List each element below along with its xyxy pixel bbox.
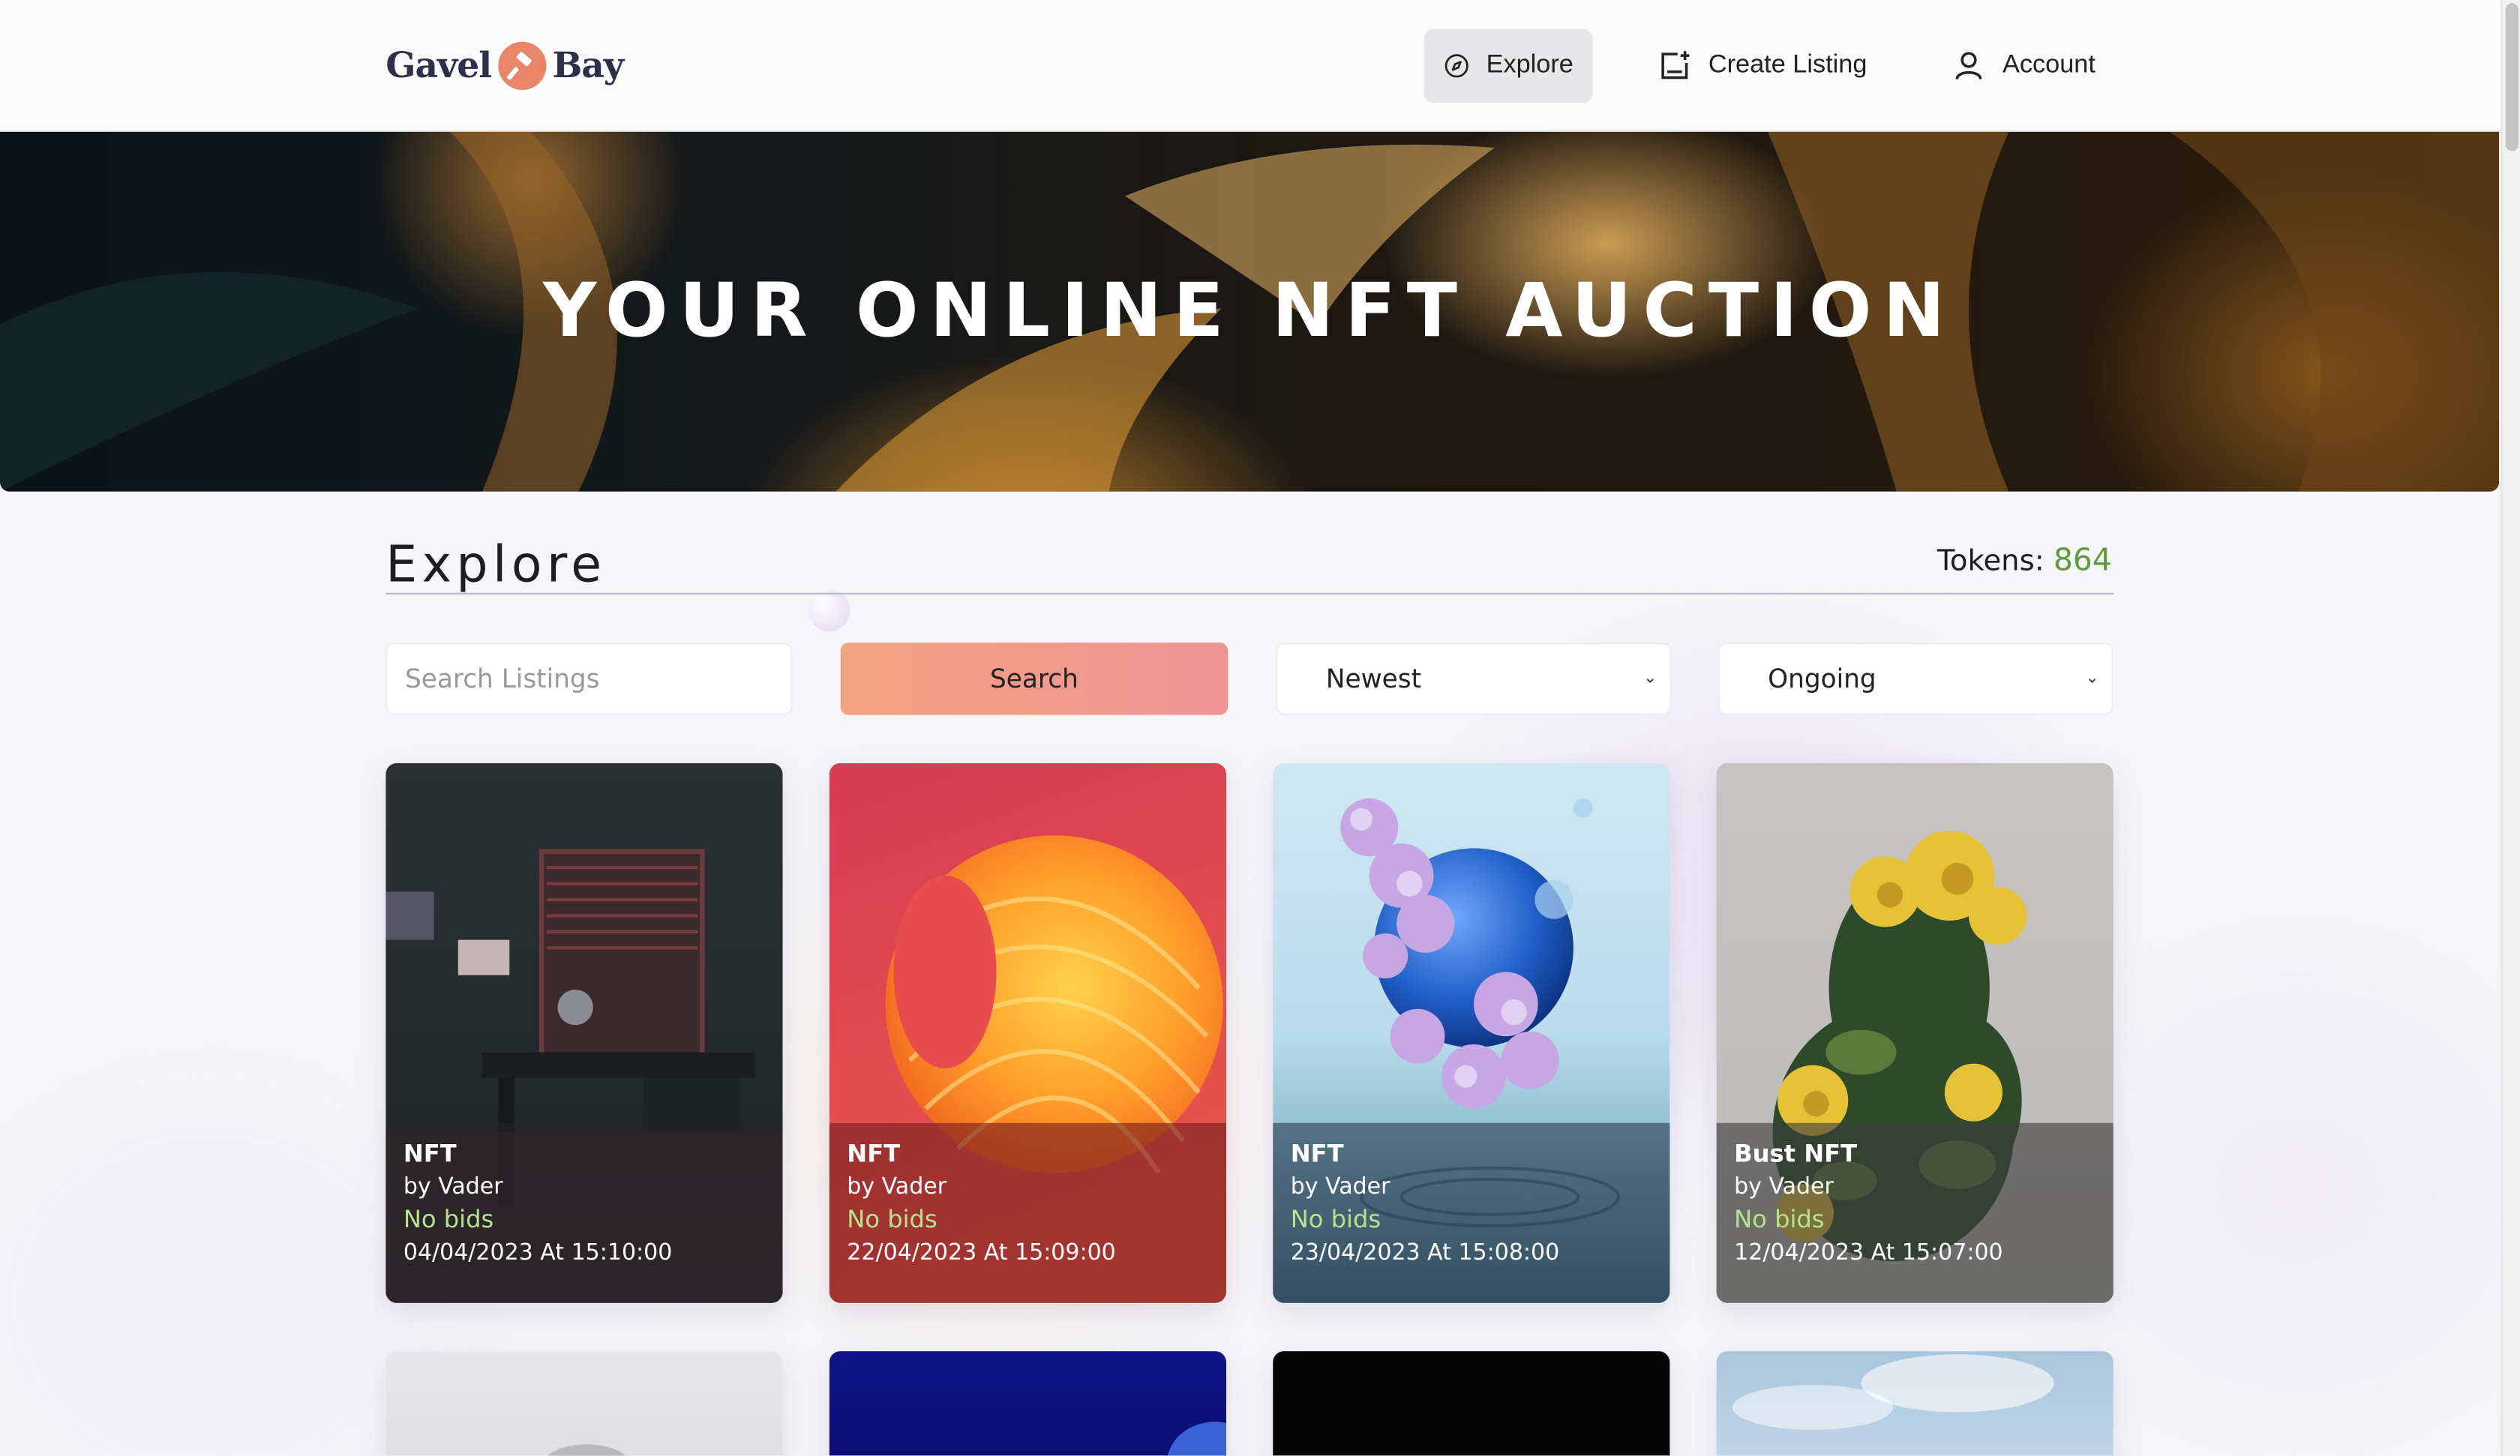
- background-blob: [0, 1125, 418, 1456]
- listing-creator: by Vader: [847, 1174, 947, 1200]
- listing-date: 22/04/2023 At 15:09:00: [847, 1240, 1116, 1266]
- section-divider: [386, 592, 2114, 595]
- listing-info: NFT by Vader No bids 22/04/2023 At 15:09…: [829, 1122, 1226, 1303]
- listing-bids: No bids: [403, 1205, 494, 1234]
- listing-card[interactable]: [1273, 1351, 1670, 1456]
- tokens-display: Tokens: 864: [1937, 543, 2112, 578]
- listing-card[interactable]: [1716, 1351, 2114, 1456]
- listing-image: [1716, 1351, 2114, 1456]
- listing-image: [1273, 1351, 1670, 1456]
- listing-date: 04/04/2023 At 15:10:00: [403, 1240, 673, 1266]
- page: Gavel Bay Explore Create Listing Account: [0, 0, 2520, 1456]
- listing-creator: by Vader: [1290, 1174, 1390, 1200]
- chevron-down-icon: ⌄: [2085, 670, 2099, 688]
- nav-create-listing-label: Create Listing: [1708, 51, 1868, 79]
- listing-date: 12/04/2023 At 15:07:00: [1734, 1240, 2003, 1266]
- listing-creator: by Vader: [1734, 1174, 1834, 1200]
- listing-info: NFT by Vader No bids 04/04/2023 At 15:10…: [386, 1122, 783, 1303]
- listing-card[interactable]: [386, 1351, 783, 1456]
- scrollbar-thumb[interactable]: [2505, 3, 2518, 151]
- explore-title: Explore: [386, 536, 607, 595]
- listing-bids: No bids: [1734, 1205, 1825, 1234]
- sort-selected-value: Newest: [1325, 664, 1422, 694]
- tokens-label: Tokens:: [1936, 544, 2044, 579]
- listing-card[interactable]: Bust NFT by Vader No bids 12/04/2023 At …: [1716, 762, 2114, 1303]
- listing-bids: No bids: [847, 1205, 938, 1234]
- listing-title: Bust NFT: [1734, 1139, 1858, 1168]
- listing-bids: No bids: [1290, 1205, 1382, 1234]
- status-selected-value: Ongoing: [1768, 664, 1876, 694]
- hero-banner: YOUR ONLINE NFT AUCTION: [0, 131, 2500, 492]
- page-scrollbar[interactable]: [2500, 0, 2520, 1456]
- listing-title: NFT: [847, 1139, 901, 1168]
- logo[interactable]: Gavel Bay: [386, 38, 624, 93]
- nav-account[interactable]: Account: [1932, 29, 2116, 103]
- nav-create-listing[interactable]: Create Listing: [1638, 29, 1892, 103]
- compass-icon: [1444, 54, 1468, 78]
- chevron-down-icon: ⌄: [1643, 670, 1658, 688]
- listing-title: NFT: [1290, 1139, 1344, 1168]
- listing-card[interactable]: NFT by Vader No bids 23/04/2023 At 15:08…: [1273, 762, 1670, 1303]
- top-navigation-bar: Gavel Bay Explore Create Listing Account: [0, 0, 2501, 132]
- listing-creator: by Vader: [403, 1174, 503, 1200]
- user-icon: [1955, 52, 1982, 80]
- nav-explore[interactable]: Explore: [1424, 28, 1593, 103]
- sort-select[interactable]: Newest ⌄: [1276, 643, 1672, 715]
- listing-info: Bust NFT by Vader No bids 12/04/2023 At …: [1716, 1122, 2114, 1303]
- listing-image: [829, 1351, 1226, 1456]
- hero-title: YOUR ONLINE NFT AUCTION: [543, 266, 1957, 354]
- background-blob: [2089, 996, 2507, 1382]
- tokens-value: 864: [2054, 543, 2112, 579]
- status-select[interactable]: Ongoing ⌄: [1718, 643, 2114, 715]
- listing-card[interactable]: [829, 1351, 1226, 1456]
- add-square-icon: [1661, 51, 1690, 79]
- gavel-icon: [497, 41, 546, 91]
- nav-explore-label: Explore: [1486, 51, 1574, 79]
- listing-card[interactable]: NFT by Vader No bids 22/04/2023 At 15:09…: [829, 762, 1226, 1303]
- listing-info: NFT by Vader No bids 23/04/2023 At 15:08…: [1273, 1122, 1670, 1303]
- decorative-orb: [808, 589, 850, 632]
- listing-card[interactable]: NFT by Vader No bids 04/04/2023 At 15:10…: [386, 762, 783, 1303]
- search-button[interactable]: Search: [840, 643, 1228, 715]
- logo-text-left: Gavel: [386, 45, 492, 87]
- search-input[interactable]: Search Listings: [386, 643, 793, 715]
- logo-text-right: Bay: [552, 45, 624, 87]
- listing-image: [386, 1351, 783, 1456]
- listing-date: 23/04/2023 At 15:08:00: [1290, 1240, 1560, 1266]
- nav-account-label: Account: [2002, 51, 2096, 79]
- search-placeholder: Search Listings: [405, 664, 600, 694]
- listing-title: NFT: [403, 1139, 457, 1168]
